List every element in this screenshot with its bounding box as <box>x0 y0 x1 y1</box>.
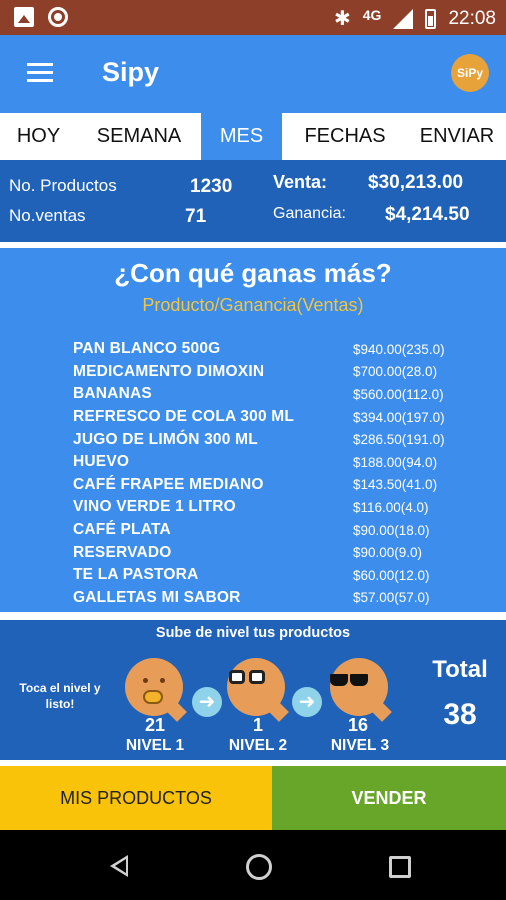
tab-fechas[interactable]: FECHAS <box>282 113 408 160</box>
summary-panel: No. Productos 1230 No.ventas 71 Venta: $… <box>0 160 506 242</box>
sales-label: No.ventas <box>9 206 86 225</box>
ranking-subtitle: Producto/Ganancia(Ventas) <box>142 295 364 315</box>
profit-label: Ganancia: <box>273 205 346 222</box>
system-nav-bar <box>0 830 506 900</box>
sell-button[interactable]: VENDER <box>272 766 506 830</box>
bluetooth-icon: ✱ <box>334 8 351 30</box>
ranking-row[interactable]: PAN BLANCO 500G $940.00(235.0) <box>73 338 453 361</box>
arrow-right-icon: ➜ <box>292 687 322 717</box>
sales-value: 71 <box>185 206 207 227</box>
revenue-value: $30,213.00 <box>368 172 464 193</box>
profit-value: $4,214.50 <box>385 204 470 225</box>
ranking-product-name: PAN BLANCO 500G <box>73 340 221 358</box>
ranking-product-value: $286.50(191.0) <box>353 432 445 448</box>
battery-icon <box>425 8 437 29</box>
ranking-product-value: $57.00(57.0) <box>353 590 430 606</box>
ranking-product-value: $940.00(235.0) <box>353 341 445 357</box>
sipy-logo[interactable]: SiPy <box>451 54 489 92</box>
divider <box>0 612 506 620</box>
level-2-count: 1 <box>252 715 263 735</box>
ranking-product-name: GALLETAS MI SABOR <box>73 588 241 606</box>
ranking-product-name: MEDICAMENTO DIMOXIN <box>73 362 265 380</box>
ranking-row[interactable]: VINO VERDE 1 LITRO $116.00(4.0) <box>73 496 453 519</box>
ranking-product-name: JUGO DE LIMÓN 300 ML <box>73 430 258 448</box>
tab-semana[interactable]: SEMANA <box>77 113 201 160</box>
ranking-row[interactable]: GALLETAS MI SABOR $57.00(57.0) <box>73 587 453 610</box>
ranking-product-value: $116.00(4.0) <box>353 499 429 515</box>
ranking-row[interactable]: CAFÉ PLATA $90.00(18.0) <box>73 519 453 542</box>
app-bar: Sipy SiPy <box>0 35 506 113</box>
ranking-product-name: VINO VERDE 1 LITRO <box>73 498 236 516</box>
menu-icon[interactable] <box>27 63 53 83</box>
ranking-product-name: RESERVADO <box>73 543 172 561</box>
ranking-row[interactable]: BANANAS $560.00(112.0) <box>73 383 453 406</box>
ranking-product-value: $143.50(41.0) <box>353 477 438 493</box>
network-type: 4G <box>362 6 382 23</box>
profit-ranking-panel: ¿Con qué ganas más? Producto/Ganancia(Ve… <box>0 248 506 612</box>
ranking-row[interactable]: HUEVO $188.00(94.0) <box>73 451 453 474</box>
tab-hoy[interactable]: HOY <box>0 113 77 160</box>
ranking-product-name: REFRESCO DE COLA 300 ML <box>73 408 295 426</box>
ranking-product-name: BANANAS <box>73 385 152 403</box>
ranking-product-name: CAFÉ PLATA <box>73 521 171 539</box>
signal-icon <box>393 8 414 29</box>
ranking-row[interactable]: MEDICAMENTO DIMOXIN $700.00(28.0) <box>73 361 453 384</box>
ranking-question: ¿Con qué ganas más? <box>114 258 392 288</box>
image-icon <box>14 7 34 27</box>
level-2-label[interactable]: NIVEL 2 <box>218 737 298 755</box>
tab-mes[interactable]: MES <box>201 113 282 160</box>
products-value: 1230 <box>190 176 233 197</box>
level-3-label[interactable]: NIVEL 3 <box>320 737 400 755</box>
ranking-row[interactable]: JUGO DE LIMÓN 300 ML $286.50(191.0) <box>73 428 453 451</box>
levels-title: Sube de nivel tus productos <box>155 625 351 641</box>
ranking-product-value: $90.00(18.0) <box>353 522 430 538</box>
ranking-product-value: $394.00(197.0) <box>353 409 445 425</box>
ranking-product-value: $60.00(12.0) <box>353 567 430 583</box>
level-3-count: 16 <box>347 715 369 735</box>
period-tabs: HOY SEMANA MES FECHAS ENVIAR <box>0 113 506 160</box>
ranking-product-name: CAFÉ FRAPEE MEDIANO <box>73 475 264 493</box>
app-title: Sipy <box>102 57 160 87</box>
levels-panel: Sube de nivel tus productos Toca el nive… <box>0 620 506 760</box>
my-products-button[interactable]: MIS PRODUCTOS <box>0 766 272 830</box>
revenue-label: Venta: <box>273 172 328 192</box>
total-value: 38 <box>443 698 477 731</box>
ranking-row[interactable]: TE LA PASTORA $60.00(12.0) <box>73 564 453 587</box>
ranking-row[interactable]: RESERVADO $90.00(9.0) <box>73 541 453 564</box>
ranking-row[interactable]: CAFÉ FRAPEE MEDIANO $143.50(41.0) <box>73 474 453 497</box>
ranking-product-name: TE LA PASTORA <box>73 566 199 584</box>
status-bar: ✱ 4G 22:08 <box>0 0 506 35</box>
tab-enviar[interactable]: ENVIAR <box>408 113 506 160</box>
products-label: No. Productos <box>9 176 117 195</box>
level-1-label[interactable]: NIVEL 1 <box>115 737 195 755</box>
home-icon[interactable] <box>246 854 272 880</box>
back-icon[interactable] <box>110 855 128 877</box>
total-label: Total <box>432 656 488 683</box>
level-1-count: 21 <box>144 715 166 735</box>
ranking-product-name: HUEVO <box>73 453 130 471</box>
ranking-product-value: $560.00(112.0) <box>353 386 444 402</box>
recent-apps-icon[interactable] <box>389 856 411 878</box>
ranking-product-value: $188.00(94.0) <box>353 454 438 470</box>
ranking-product-value: $90.00(9.0) <box>353 545 423 561</box>
arrow-right-icon: ➜ <box>192 687 222 717</box>
ranking-row[interactable]: REFRESCO DE COLA 300 ML $394.00(197.0) <box>73 406 453 429</box>
ranking-product-value: $700.00(28.0) <box>353 364 438 380</box>
status-time: 22:08 <box>448 7 496 29</box>
record-icon <box>48 7 68 27</box>
ranking-list[interactable]: PAN BLANCO 500G $940.00(235.0) MEDICAMENTO… <box>73 338 453 609</box>
levels-tap-hint: Toca el nivel y listo! <box>19 681 101 711</box>
